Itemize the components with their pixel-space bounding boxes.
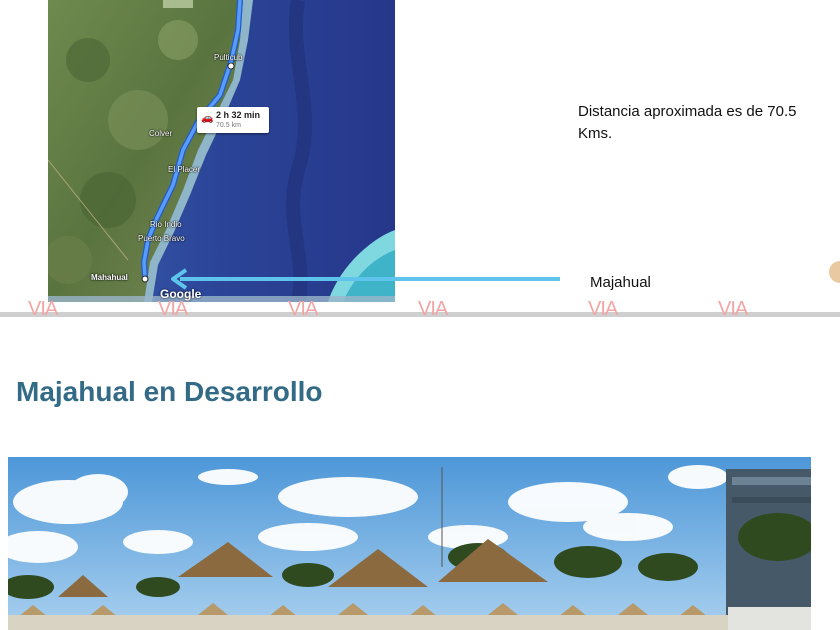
map-image [48, 0, 395, 302]
watermark: VIA [288, 298, 318, 320]
map-label-pulticub: Pulticub [214, 53, 243, 62]
arrow-label: Majahual [590, 274, 651, 291]
slide-decoration-dot [829, 261, 840, 283]
map-label-colver: Colver [149, 129, 173, 138]
watermark: VIA [28, 298, 58, 320]
beach-resort-image [8, 457, 811, 630]
section-title: Majahual en Desarrollo [16, 376, 323, 407]
watermark: VIA [588, 298, 618, 320]
map-label-mahahual: Mahahual [91, 273, 128, 282]
map-label-rio-indio: Rio Indio [150, 220, 182, 229]
pointer-arrow [171, 268, 560, 290]
route-distance: 70.5 km [216, 122, 241, 129]
route-info-box: 🚗 2 h 32 min 70.5 km [197, 107, 269, 133]
watermark: VIA [718, 298, 748, 320]
distance-description: Distancia aproximada es de 70.5 Kms. [578, 103, 797, 142]
map-label-el-placer: El Placer [168, 165, 201, 174]
route-time: 2 h 32 min [216, 110, 261, 120]
satellite-map: Pulticub Colver El Placer Rio Indio Puer… [48, 0, 395, 302]
beach-photo [8, 457, 811, 630]
car-icon: 🚗 [201, 113, 214, 124]
map-label-puerto-bravo: Puerto Bravo [138, 234, 185, 243]
watermark: VIA [418, 298, 448, 320]
watermark: VIA [158, 298, 188, 320]
